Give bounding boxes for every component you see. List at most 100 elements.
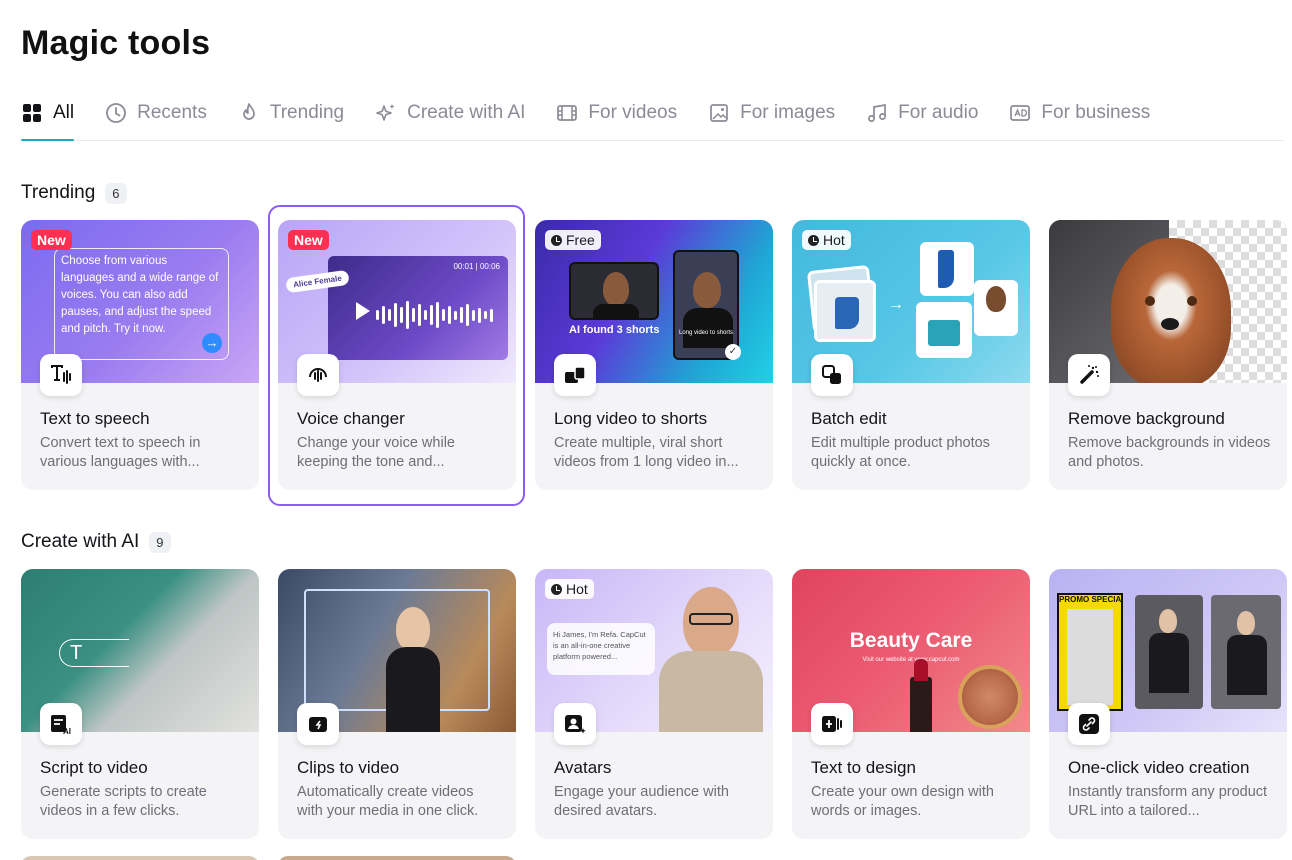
category-tabs: All Recents Trending Create with AI For …: [21, 98, 1284, 141]
tab-for-images[interactable]: For images: [708, 98, 835, 128]
card-title: Clips to video: [297, 758, 400, 777]
card-title: One-click video creation: [1068, 758, 1250, 777]
link-video-icon: [1068, 703, 1110, 745]
clock-icon: [105, 102, 127, 124]
avatar-icon: [554, 703, 596, 745]
preview-lipstick: [910, 659, 932, 732]
music-note-icon: [866, 102, 888, 124]
long-to-shorts-icon: [554, 354, 596, 396]
card-description: Create multiple, viral short videos from…: [554, 435, 739, 470]
preview-chat-bubble: Hi James, I'm Refa. CapCut is an all-in-…: [547, 623, 655, 675]
next-row-card-peek: [278, 856, 516, 860]
preview-video-3: [1211, 595, 1281, 709]
preview-title: Beauty Care: [849, 629, 973, 652]
preview-video-2: [1135, 595, 1203, 709]
tool-card-script-to-video[interactable]: T AI Script to video Generate scripts to…: [21, 569, 259, 839]
clips-video-icon: [297, 703, 339, 745]
preview-small-caption: Long video to shorts: [679, 330, 734, 336]
hot-badge: Hot: [802, 230, 851, 250]
hover-highlight-frame: [268, 205, 525, 506]
svg-text:AI: AI: [63, 727, 71, 736]
card-description: Engage your audience with desired avatar…: [554, 784, 729, 819]
preview-text: Choose from various languages and a wide…: [61, 255, 219, 335]
preview-text-field: T: [59, 639, 129, 667]
arrow-right-icon: →: [202, 333, 222, 353]
tab-recents[interactable]: Recents: [105, 98, 207, 128]
check-icon: ✓: [725, 344, 741, 360]
card-title: Script to video: [40, 758, 148, 777]
card-title: Batch edit: [811, 409, 887, 428]
free-badge: Free: [545, 230, 601, 250]
card-title: Avatars: [554, 758, 612, 777]
tab-label: For videos: [588, 102, 678, 123]
tab-label: Trending: [269, 102, 345, 123]
section-title-create-with-ai: Create with AI 9: [21, 531, 171, 553]
text-design-icon: [811, 703, 853, 745]
tab-label: For images: [740, 102, 836, 123]
badge-label: Hot: [823, 232, 845, 248]
preview-dog: [1111, 238, 1231, 383]
tab-for-business[interactable]: For business: [1009, 98, 1150, 128]
preview-text: T: [70, 642, 83, 664]
preview-product-shoe: [814, 280, 876, 342]
card-title: Text to speech: [40, 409, 150, 428]
clock-icon: [551, 583, 562, 595]
script-ai-icon: AI: [40, 703, 82, 745]
arrow-right-icon: →: [888, 296, 904, 313]
card-title: Text to design: [811, 758, 916, 777]
film-icon: [556, 102, 578, 124]
preview-person: [378, 607, 448, 732]
tab-label: For business: [1041, 102, 1151, 123]
preview-video-short: Long video to shorts: [673, 250, 739, 360]
text-to-speech-icon: [40, 354, 82, 396]
tab-create-with-ai[interactable]: Create with AI: [375, 98, 525, 128]
tab-for-videos[interactable]: For videos: [556, 98, 677, 128]
tool-card-long-video-to-shorts[interactable]: Long video to shorts AI found 3 shorts ✓…: [535, 220, 773, 490]
card-title: Remove background: [1068, 409, 1225, 428]
ad-icon: [1009, 102, 1031, 124]
new-badge: New: [31, 230, 72, 250]
tool-card-one-click-video-creation[interactable]: PROMO SPECIAL One-click video creation I…: [1049, 569, 1287, 839]
preview-product-bag: [916, 302, 972, 358]
tool-card-remove-background[interactable]: Remove background Remove backgrounds in …: [1049, 220, 1287, 490]
clock-icon: [808, 234, 819, 246]
clock-icon: [551, 234, 562, 246]
tool-card-avatars[interactable]: Hi James, I'm Refa. CapCut is an all-in-…: [535, 569, 773, 839]
preview-chat: Hi James, I'm Refa. CapCut is an all-in-…: [553, 630, 646, 661]
preview-promo-text: PROMO SPECIAL: [1059, 595, 1121, 604]
badge-label: Hot: [566, 581, 588, 597]
preview-compact: [958, 665, 1022, 729]
grid-icon: [21, 102, 43, 124]
page-title: Magic tools: [21, 24, 211, 62]
tab-label: All: [53, 102, 75, 123]
preview-caption: AI found 3 shorts: [569, 324, 660, 336]
tool-card-text-to-speech[interactable]: Choose from various languages and a wide…: [21, 220, 259, 490]
card-description: Generate scripts to create videos in a f…: [40, 784, 207, 819]
tab-label: For audio: [898, 102, 979, 123]
tab-for-audio[interactable]: For audio: [866, 98, 978, 128]
card-description: Instantly transform any product URL into…: [1068, 784, 1268, 819]
card-title: Long video to shorts: [554, 409, 708, 428]
count-badge: 6: [105, 182, 127, 204]
tab-label: Recents: [137, 102, 207, 123]
preview-text-box: Choose from various languages and a wide…: [54, 248, 229, 360]
count-badge: 9: [149, 531, 171, 553]
tool-card-clips-to-video[interactable]: Clips to video Automatically create vide…: [278, 569, 516, 839]
section-heading: Create with AI: [21, 531, 140, 552]
preview-promo-frame: PROMO SPECIAL: [1057, 593, 1123, 711]
flame-icon: [238, 102, 260, 124]
preview-subtitle: Visit our website at www.capcut.com: [862, 657, 960, 663]
preview-avatar-person: [655, 587, 765, 732]
tab-trending[interactable]: Trending: [238, 98, 344, 128]
card-description: Convert text to speech in various langua…: [40, 435, 201, 470]
card-description: Create your own design with words or ima…: [811, 784, 994, 819]
tab-all[interactable]: All: [21, 98, 75, 141]
tool-card-batch-edit[interactable]: → Hot Batch edit Edit multiple product p…: [792, 220, 1030, 490]
tool-card-text-to-design[interactable]: Beauty Care Visit our website at www.cap…: [792, 569, 1030, 839]
magic-wand-icon: [1068, 354, 1110, 396]
preview-video-long: [569, 262, 659, 320]
next-row-card-peek: [21, 856, 259, 860]
image-icon: [708, 102, 730, 124]
hot-badge: Hot: [545, 579, 594, 599]
section-title-trending: Trending 6: [21, 182, 127, 204]
